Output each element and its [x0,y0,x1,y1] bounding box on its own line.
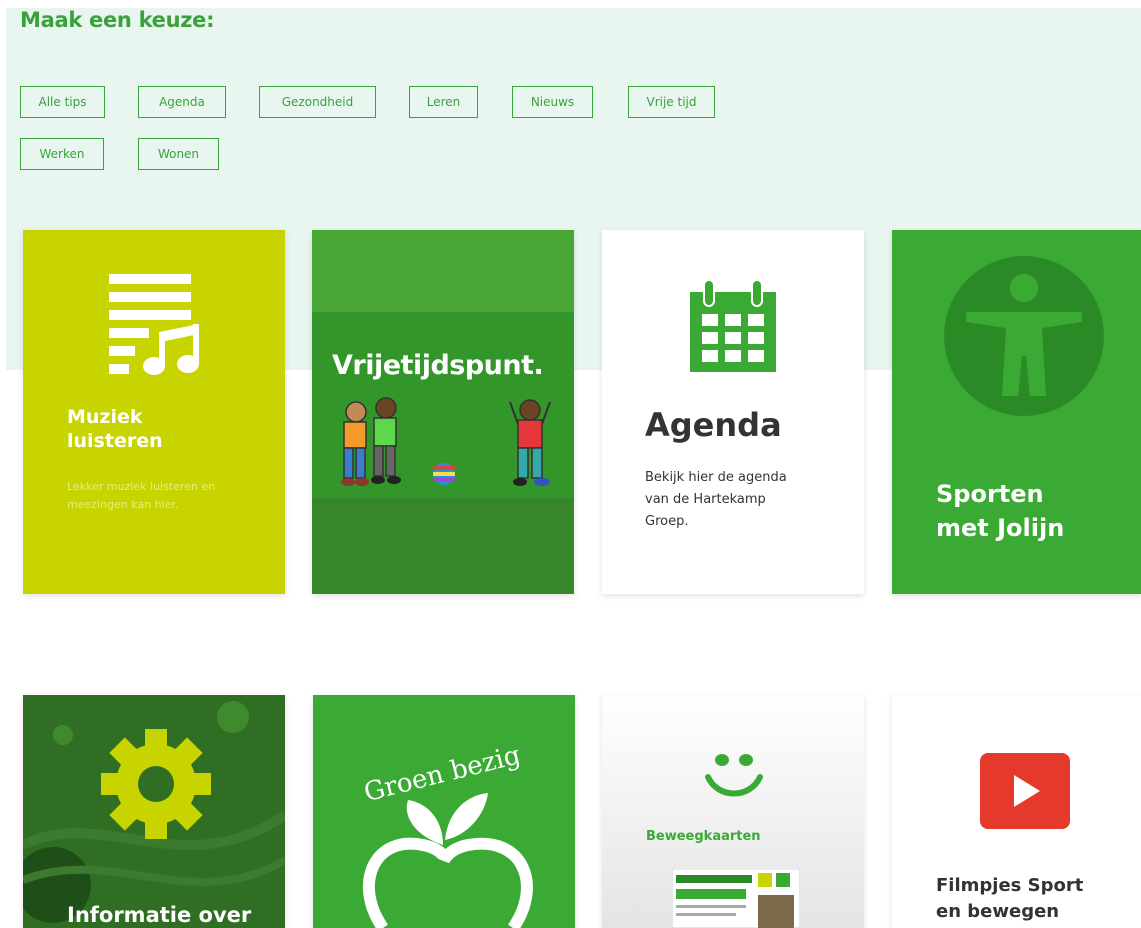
chip-nieuws[interactable]: Nieuws [512,86,593,118]
card-agenda[interactable]: Agenda Bekijk hier de agenda van de Hart… [602,230,864,594]
chip-leren[interactable]: Leren [409,86,478,118]
card-title: Beweegkaarten [646,829,761,844]
music-list-icon [109,274,199,375]
accessibility-person-icon [944,256,1104,416]
card-desc-line1: Bekijk hier de agenda [645,470,787,485]
children-playing-illustration [341,397,551,486]
card-filmpjes-sport[interactable]: Filmpjes Sport en bewegen [892,695,1141,928]
smiley-icon [705,754,763,797]
card-bottom-band [312,498,574,594]
card-title-line1: Sporten [936,480,1044,508]
card-desc-line2: van de Hartekamp [645,492,766,507]
card-muziek-luisteren[interactable]: Muziek luisteren Lekker muziek luisteren… [23,230,285,594]
card-desc-line1: Lekker muziek luisteren en [67,480,216,493]
calendar-icon [690,280,776,372]
card-banner-title: Vrijetijdspunt. [332,350,544,381]
chip-alle-tips[interactable]: Alle tips [20,86,105,118]
card-beweegkaarten[interactable]: Beweegkaarten [602,695,864,928]
card-title-line2: en bewegen [936,901,1060,922]
card-vrijetijdspunt[interactable]: Vrijetijdspunt. [312,230,574,594]
card-title: Agenda [645,406,782,444]
chip-werken[interactable]: Werken [20,138,104,170]
card-informatie-over[interactable]: Informatie over [23,695,285,928]
card-sporten-met-jolijn[interactable]: Sporten met Jolijn [892,230,1141,594]
chip-wonen[interactable]: Wonen [138,138,219,170]
card-groen-bezig[interactable]: Groen bezig [313,695,575,928]
chip-vrije-tijd[interactable]: Vrije tijd [628,86,715,118]
chip-gezondheid[interactable]: Gezondheid [259,86,376,118]
card-desc-line3: Groep. [645,514,689,529]
gear-icon [101,729,211,839]
filter-heading: Maak een keuze: [20,8,215,32]
card-title-line2: met Jolijn [936,514,1065,542]
card-top-band [312,230,574,312]
apple-leaf-icon [362,793,533,928]
card-title-line2: luisteren [67,430,163,452]
card-desc-line2: meezingen kan hier. [67,498,179,511]
chip-agenda[interactable]: Agenda [138,86,226,118]
card-title: Informatie over [67,903,252,927]
beweegkaart-thumbnail-image [672,869,800,928]
card-title-line1: Filmpjes Sport [936,875,1084,896]
card-title-line1: Muziek [67,406,143,428]
play-video-icon [980,753,1070,829]
